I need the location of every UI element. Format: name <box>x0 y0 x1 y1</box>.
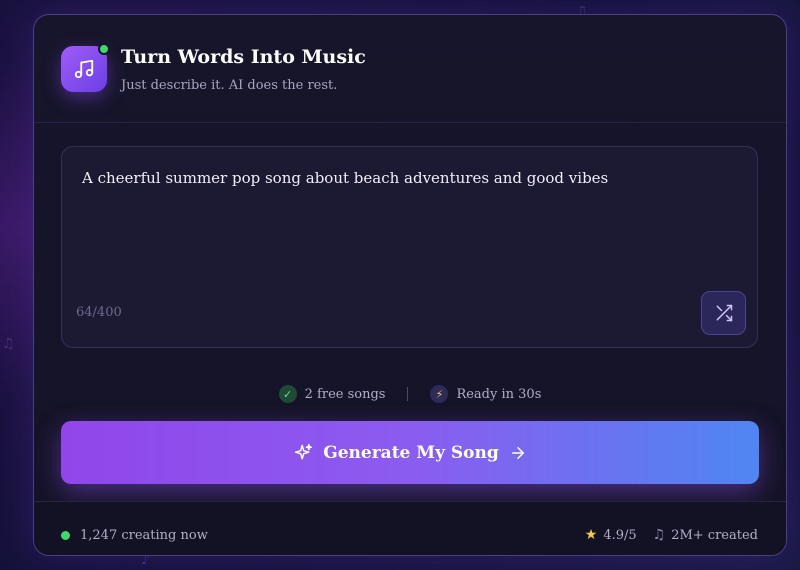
footer-stats: ★ 4.9/5 ♫ 2M+ created <box>585 527 758 543</box>
feature-ready-time: ⚡ Ready in 30s <box>430 385 541 403</box>
shuffle-prompt-button[interactable] <box>701 291 746 335</box>
song-prompt-textarea[interactable]: A cheerful summer pop song about beach a… <box>61 146 758 348</box>
sparkle-icon <box>294 443 313 460</box>
shuffle-icon <box>716 304 732 322</box>
check-icon: ✓ <box>278 385 297 403</box>
card-footer: 1,247 creating now ★ 4.9/5 ♫ 2M+ created <box>34 501 786 555</box>
divider <box>407 387 409 401</box>
arrow-right-icon <box>511 446 524 459</box>
bolt-icon: ⚡ <box>430 385 449 403</box>
page-title: Turn Words Into Music <box>121 46 366 68</box>
rating-stat: ★ 4.9/5 <box>585 527 637 543</box>
generate-song-button[interactable]: Generate My Song <box>61 421 759 484</box>
character-counter: 64/400 <box>76 305 122 320</box>
online-status-dot <box>98 43 110 55</box>
prompt-text[interactable]: A cheerful summer pop song about beach a… <box>82 169 608 187</box>
rating-value: 4.9/5 <box>603 527 637 543</box>
live-status-dot <box>61 531 70 540</box>
star-icon: ★ <box>584 527 598 543</box>
feature-label: 2 free songs <box>304 386 386 402</box>
songs-created-stat: ♫ 2M+ created <box>653 527 758 543</box>
feature-label: Ready in 30s <box>456 386 542 402</box>
music-notes-icon: ♫ <box>652 527 666 543</box>
live-creators-count: 1,247 creating now <box>80 528 208 543</box>
card-header: Turn Words Into Music Just describe it. … <box>34 15 786 123</box>
feature-free-songs: ✓ 2 free songs <box>278 385 386 403</box>
app-logo <box>61 43 110 92</box>
songs-created-value: 2M+ created <box>671 527 758 543</box>
feature-highlights: ✓ 2 free songs ⚡ Ready in 30s <box>34 382 786 406</box>
music-note-icon <box>74 59 94 79</box>
background-note-icon: ♫ <box>2 336 15 352</box>
page-subtitle: Just describe it. AI does the rest. <box>121 78 338 93</box>
generate-button-label: Generate My Song <box>323 442 499 463</box>
song-generator-card: Turn Words Into Music Just describe it. … <box>33 14 787 556</box>
